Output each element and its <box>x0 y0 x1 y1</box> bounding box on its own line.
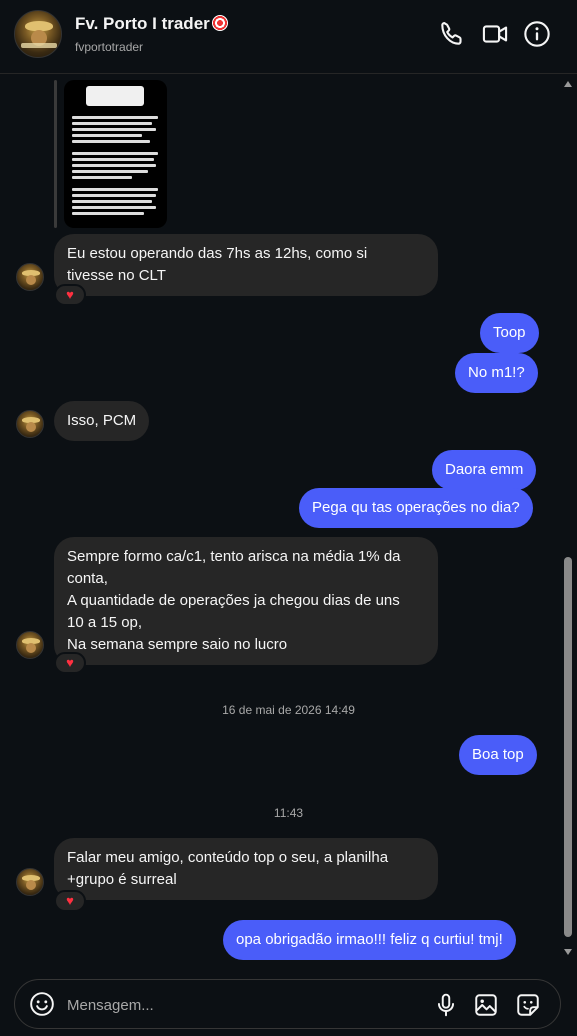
avatar-face-shape <box>26 880 36 890</box>
chat-title-text: Fv. Porto I trader <box>75 14 210 33</box>
message-composer <box>14 979 561 1029</box>
reply-quote-line <box>54 80 57 228</box>
incoming-message[interactable]: Eu estou operando das 7hs as 12hs, como … <box>54 234 438 296</box>
story-text-line <box>72 158 154 161</box>
sender-avatar[interactable] <box>16 868 44 896</box>
avatar-face-shape <box>26 275 36 285</box>
avatar-face-shape <box>26 643 36 653</box>
phone-icon <box>441 21 462 45</box>
chat-header: Fv. Porto I trader fvportotrader <box>0 0 577 74</box>
emoji-picker-button[interactable] <box>29 991 55 1017</box>
message-text: 10 a 15 op, <box>67 614 143 631</box>
message-text: Sempre formo ca/c1, tento arisca na médi… <box>67 548 401 565</box>
scrollbar-thumb[interactable] <box>564 557 572 937</box>
time-separator: 11:43 <box>273 806 304 820</box>
message-text: conta, <box>67 570 108 587</box>
incoming-message[interactable]: Sempre formo ca/c1, tento arisca na médi… <box>54 537 438 665</box>
thread-scrollbar[interactable] <box>563 75 573 967</box>
incoming-message[interactable]: Isso, PCM <box>54 401 150 441</box>
chat-username[interactable]: fvportotrader <box>75 40 143 54</box>
sticker-button[interactable] <box>515 992 541 1018</box>
outgoing-message[interactable]: opa obrigadão irmao!!! feliz q curtiu! t… <box>223 920 516 960</box>
sender-avatar[interactable] <box>16 631 44 659</box>
story-text-line <box>72 152 158 155</box>
chat-title[interactable]: Fv. Porto I trader <box>75 14 228 34</box>
incoming-message[interactable]: Falar meu amigo, conteúdo top o seu, a p… <box>54 838 438 900</box>
heart-reaction[interactable]: ♥ <box>54 890 86 912</box>
avatar-logo-strip <box>21 43 57 48</box>
target-emoji-icon <box>211 15 228 31</box>
voice-message-button[interactable] <box>433 992 459 1018</box>
video-call-button[interactable] <box>481 20 509 48</box>
sticker-icon <box>517 994 539 1016</box>
story-text-line <box>72 128 156 131</box>
story-text-line <box>72 170 148 173</box>
phone-call-button[interactable] <box>438 20 466 48</box>
story-text-line <box>72 206 156 209</box>
scroll-up-arrow-icon[interactable] <box>564 81 572 87</box>
message-text: +grupo é surreal <box>67 871 177 888</box>
image-icon <box>475 994 497 1016</box>
message-text: Falar meu amigo, conteúdo top o seu, a p… <box>67 849 389 866</box>
story-text-line <box>72 188 158 191</box>
outgoing-message[interactable]: No m1!? <box>455 353 538 393</box>
date-separator: 16 de mai de 2026 14:49 <box>222 703 355 717</box>
outgoing-message[interactable]: Toop <box>480 313 539 353</box>
message-text: A quantidade de operações ja chegou dias… <box>67 592 400 609</box>
story-text-line <box>72 176 132 179</box>
story-text-line <box>72 134 142 137</box>
story-text-line <box>72 200 152 203</box>
story-text-line <box>72 140 150 143</box>
story-text-line <box>72 194 156 197</box>
heart-reaction[interactable]: ♥ <box>54 652 86 674</box>
profile-avatar[interactable] <box>14 10 62 58</box>
conversation-info-button[interactable] <box>523 20 551 48</box>
shared-story-thumbnail[interactable] <box>64 80 167 228</box>
message-text: tivesse no CLT <box>67 267 166 284</box>
smiley-icon <box>30 992 54 1016</box>
microphone-icon <box>437 993 455 1017</box>
add-photo-button[interactable] <box>473 992 499 1018</box>
avatar-face-shape <box>26 422 36 432</box>
message-text: Eu estou operando das 7hs as 12hs, como … <box>67 245 368 262</box>
message-input[interactable] <box>67 993 387 1017</box>
sender-avatar[interactable] <box>16 263 44 291</box>
outgoing-message[interactable]: Pega qu tas operações no dia? <box>299 488 533 528</box>
video-camera-icon <box>482 25 508 43</box>
sender-avatar[interactable] <box>16 410 44 438</box>
story-text-line <box>72 212 144 215</box>
outgoing-message[interactable]: Daora emm <box>432 450 537 490</box>
outgoing-message[interactable]: Boa top <box>459 735 537 775</box>
message-text: Na semana sempre saio no lucro <box>67 636 288 653</box>
info-icon <box>524 21 550 47</box>
scroll-down-arrow-icon[interactable] <box>564 949 572 955</box>
story-text-line <box>72 164 156 167</box>
story-text-line <box>72 116 158 119</box>
heart-reaction[interactable]: ♥ <box>54 284 86 306</box>
story-text-line <box>72 122 152 125</box>
story-question-sticker <box>86 86 144 106</box>
